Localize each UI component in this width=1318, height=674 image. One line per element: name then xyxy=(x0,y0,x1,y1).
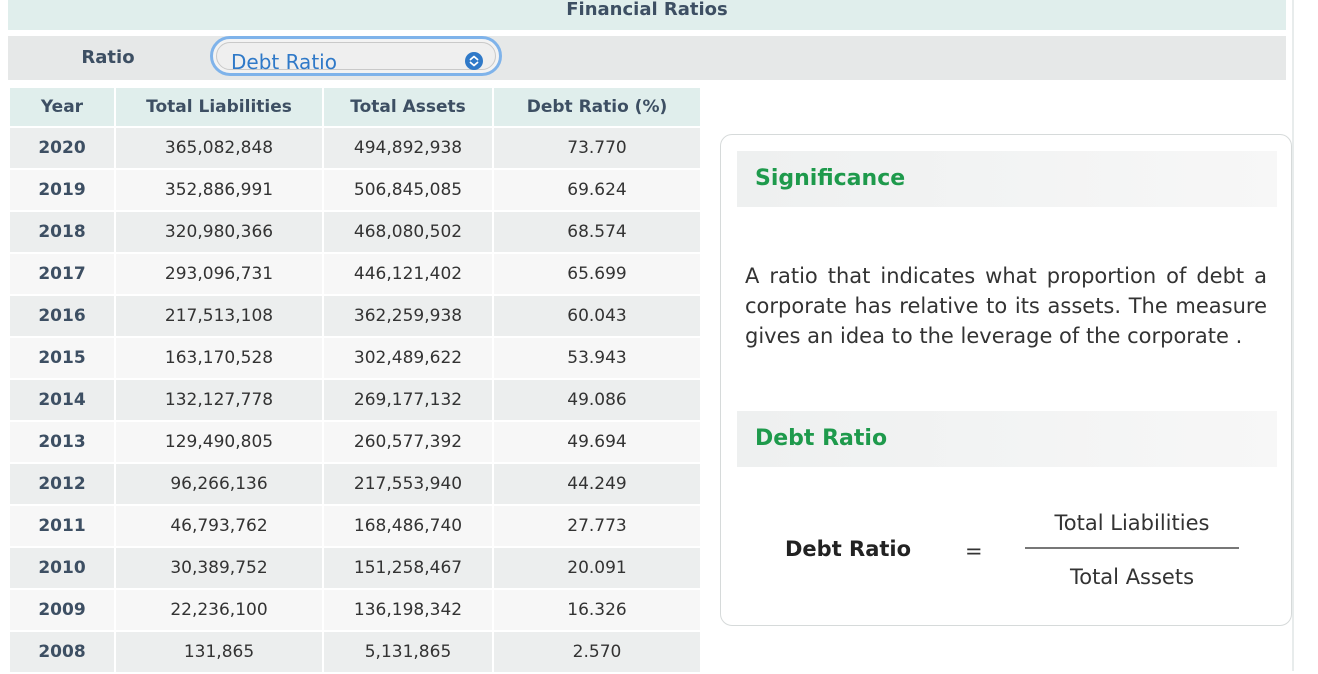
ratio-select-value: Debt Ratio xyxy=(231,50,337,74)
cell-total-liabilities: 217,513,108 xyxy=(116,296,322,336)
cell-debt-ratio: 44.249 xyxy=(494,464,700,504)
cell-year: 2017 xyxy=(10,254,114,294)
table-row: 2018 320,980,366 468,080,502 68.574 xyxy=(10,212,700,252)
cell-total-liabilities: 320,980,366 xyxy=(116,212,322,252)
cell-debt-ratio: 60.043 xyxy=(494,296,700,336)
significance-text: A ratio that indicates what proportion o… xyxy=(745,264,1267,348)
cell-year: 2018 xyxy=(10,212,114,252)
cell-debt-ratio: 16.326 xyxy=(494,590,700,630)
ratio-data-table: Year Total Liabilities Total Assets Debt… xyxy=(8,86,702,674)
cell-total-liabilities: 163,170,528 xyxy=(116,338,322,378)
formula-numerator: Total Liabilities xyxy=(1054,511,1210,535)
table-row: 2008 131,865 5,131,865 2.570 xyxy=(10,632,700,672)
table-row: 2010 30,389,752 151,258,467 20.091 xyxy=(10,548,700,588)
cell-year: 2015 xyxy=(10,338,114,378)
cell-debt-ratio: 65.699 xyxy=(494,254,700,294)
cell-total-assets: 302,489,622 xyxy=(324,338,492,378)
cell-total-assets: 260,577,392 xyxy=(324,422,492,462)
cell-total-liabilities: 22,236,100 xyxy=(116,590,322,630)
table-row: 2015 163,170,528 302,489,622 53.943 xyxy=(10,338,700,378)
cell-total-assets: 151,258,467 xyxy=(324,548,492,588)
cell-total-assets: 269,177,132 xyxy=(324,380,492,420)
page-title: Financial Ratios xyxy=(8,0,1286,30)
cell-debt-ratio: 68.574 xyxy=(494,212,700,252)
cell-total-liabilities: 46,793,762 xyxy=(116,506,322,546)
cell-year: 2019 xyxy=(10,170,114,210)
table-header-row: Year Total Liabilities Total Assets Debt… xyxy=(10,88,700,126)
table-row: 2009 22,236,100 136,198,342 16.326 xyxy=(10,590,700,630)
formula-label: Debt Ratio xyxy=(785,537,912,561)
cell-total-assets: 136,198,342 xyxy=(324,590,492,630)
formula-equals: = xyxy=(965,539,983,563)
cell-total-liabilities: 129,490,805 xyxy=(116,422,322,462)
cell-total-assets: 468,080,502 xyxy=(324,212,492,252)
table-row: 2017 293,096,731 446,121,402 65.699 xyxy=(10,254,700,294)
cell-total-liabilities: 132,127,778 xyxy=(116,380,322,420)
cell-debt-ratio: 2.570 xyxy=(494,632,700,672)
cell-year: 2012 xyxy=(10,464,114,504)
cell-year: 2013 xyxy=(10,422,114,462)
column-header-debt-ratio: Debt Ratio (%) xyxy=(494,88,700,126)
cell-total-liabilities: 131,865 xyxy=(116,632,322,672)
cell-total-assets: 362,259,938 xyxy=(324,296,492,336)
cell-total-liabilities: 293,096,731 xyxy=(116,254,322,294)
cell-total-assets: 217,553,940 xyxy=(324,464,492,504)
ratio-select[interactable]: Debt Ratio xyxy=(210,36,502,76)
significance-heading: Significance xyxy=(737,151,1277,207)
ratio-select-field[interactable]: Debt Ratio xyxy=(216,42,496,74)
cell-total-liabilities: 30,389,752 xyxy=(116,548,322,588)
table-row: 2014 132,127,778 269,177,132 49.086 xyxy=(10,380,700,420)
cell-total-liabilities: 96,266,136 xyxy=(116,464,322,504)
cell-year: 2010 xyxy=(10,548,114,588)
cell-year: 2011 xyxy=(10,506,114,546)
table-row: 2020 365,082,848 494,892,938 73.770 xyxy=(10,128,700,168)
table-body: 2020 365,082,848 494,892,938 73.770 2019 352,… xyxy=(10,128,700,672)
ratio-selector-row: Ratio Debt Ratio xyxy=(8,36,1286,80)
formula-heading: Debt Ratio xyxy=(737,411,1277,467)
table-row: 2011 46,793,762 168,486,740 27.773 xyxy=(10,506,700,546)
cell-year: 2016 xyxy=(10,296,114,336)
column-header-year: Year xyxy=(10,88,114,126)
ratio-label: Ratio xyxy=(81,47,135,68)
cell-debt-ratio: 53.943 xyxy=(494,338,700,378)
formula-fraction-bar xyxy=(1025,547,1239,549)
cell-total-liabilities: 365,082,848 xyxy=(116,128,322,168)
cell-total-assets: 446,121,402 xyxy=(324,254,492,294)
cell-year: 2014 xyxy=(10,380,114,420)
cell-debt-ratio: 73.770 xyxy=(494,128,700,168)
financial-ratios-widget: Financial Ratios Ratio Debt Ratio Year T… xyxy=(0,0,1294,674)
table-row: 2016 217,513,108 362,259,938 60.043 xyxy=(10,296,700,336)
cell-debt-ratio: 27.773 xyxy=(494,506,700,546)
column-header-total-liabilities: Total Liabilities xyxy=(116,88,322,126)
cell-year: 2020 xyxy=(10,128,114,168)
cell-year: 2009 xyxy=(10,590,114,630)
table-row: 2013 129,490,805 260,577,392 49.694 xyxy=(10,422,700,462)
cell-debt-ratio: 49.086 xyxy=(494,380,700,420)
chevron-up-down-icon xyxy=(465,52,483,70)
column-header-total-assets: Total Assets xyxy=(324,88,492,126)
cell-debt-ratio: 20.091 xyxy=(494,548,700,588)
table-row: 2019 352,886,991 506,845,085 69.624 xyxy=(10,170,700,210)
cell-total-assets: 168,486,740 xyxy=(324,506,492,546)
formula-denominator: Total Assets xyxy=(1069,565,1195,589)
cell-total-liabilities: 352,886,991 xyxy=(116,170,322,210)
info-panel: Significance A ratio that indicates what… xyxy=(720,134,1292,626)
cell-year: 2008 xyxy=(10,632,114,672)
cell-debt-ratio: 69.624 xyxy=(494,170,700,210)
table-row: 2012 96,266,136 217,553,940 44.249 xyxy=(10,464,700,504)
cell-total-assets: 506,845,085 xyxy=(324,170,492,210)
cell-debt-ratio: 49.694 xyxy=(494,422,700,462)
cell-total-assets: 494,892,938 xyxy=(324,128,492,168)
cell-total-assets: 5,131,865 xyxy=(324,632,492,672)
